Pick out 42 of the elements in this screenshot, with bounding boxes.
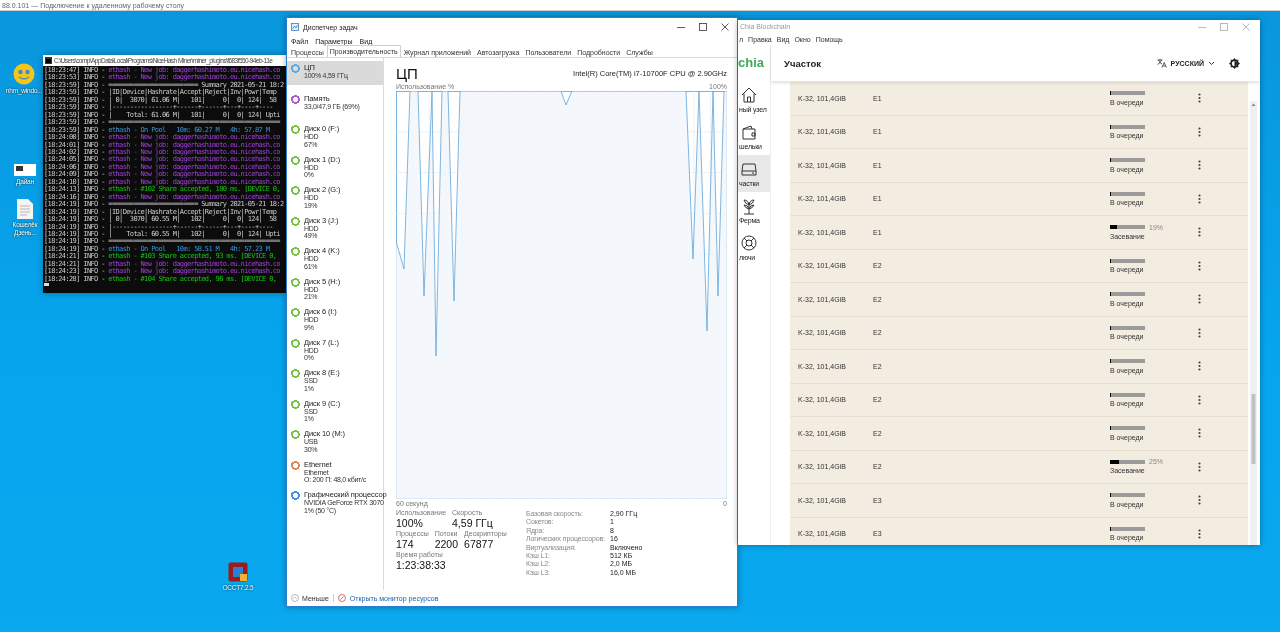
scrollbar[interactable] <box>1250 101 1257 545</box>
more-options-icon[interactable] <box>1198 461 1201 472</box>
cursor-icon <box>44 283 49 287</box>
more-options-icon[interactable] <box>1198 495 1201 506</box>
more-options-icon[interactable] <box>1198 227 1201 238</box>
more-options-icon[interactable] <box>1198 126 1201 137</box>
more-options-icon[interactable] <box>1198 361 1201 372</box>
stat-value: 100% <box>396 517 424 530</box>
more-options-icon[interactable] <box>1198 260 1201 271</box>
more-options-icon[interactable] <box>1198 428 1201 439</box>
app-icon[interactable] <box>14 164 36 176</box>
more-options-icon[interactable] <box>1198 327 1201 338</box>
translate-icon <box>1156 58 1167 68</box>
more-options-icon[interactable] <box>1198 93 1201 104</box>
caret-icon <box>1208 60 1215 66</box>
home-icon <box>740 86 758 104</box>
wallet-icon <box>740 123 758 141</box>
console-icon <box>45 57 52 64</box>
chevron-up-icon <box>291 594 299 602</box>
stat-value: 174 <box>396 538 415 551</box>
brightness-icon[interactable] <box>1229 57 1240 69</box>
maximize-icon[interactable] <box>699 23 707 31</box>
more-options-icon[interactable] <box>1198 294 1201 305</box>
drive-icon <box>740 160 758 178</box>
section-heading: ЦП <box>396 64 418 82</box>
page-title: Участок <box>784 57 823 69</box>
seedling-icon <box>740 197 758 215</box>
stat-value: 4,59 ГГц <box>452 517 493 530</box>
logo-text: chia <box>738 54 765 72</box>
document-icon[interactable] <box>17 199 33 219</box>
lifebuoy-icon <box>740 234 758 252</box>
occt-app-icon[interactable] <box>228 562 248 582</box>
more-options-icon[interactable] <box>1198 528 1201 539</box>
app-icon <box>291 23 299 31</box>
stat-value: 2200 <box>434 538 459 551</box>
more-options-icon[interactable] <box>1198 193 1201 204</box>
close-icon[interactable] <box>721 23 729 31</box>
stat-value: 67877 <box>464 538 495 551</box>
stat-value: 1:23:38:33 <box>396 559 446 572</box>
more-options-icon[interactable] <box>1198 394 1201 405</box>
resource-monitor-icon <box>337 594 346 602</box>
more-options-icon[interactable] <box>1198 160 1201 171</box>
